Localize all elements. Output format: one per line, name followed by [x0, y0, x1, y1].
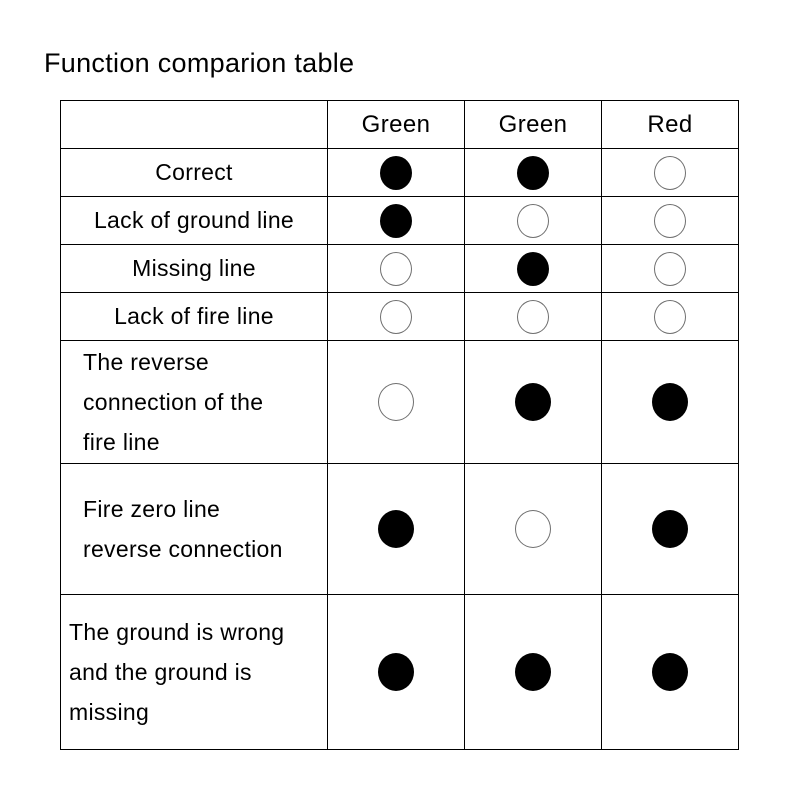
row-label-cell: Lack of ground line — [60, 196, 328, 245]
hollow-circle-icon — [515, 510, 551, 548]
table-row: Correct — [60, 148, 739, 197]
marker-cell — [464, 463, 602, 595]
marker-cell — [327, 292, 465, 341]
filled-circle-icon — [515, 383, 551, 421]
hollow-circle-icon — [654, 155, 686, 190]
table-row: The reverse connection of the fire line — [60, 340, 739, 464]
row-label-line: Correct — [155, 159, 233, 185]
filled-circle-icon — [378, 653, 414, 691]
function-comparison-table: Green Green Red Correct Lack of ground l… — [60, 100, 739, 750]
header-cell-led1: Green — [327, 100, 465, 149]
header-cell-led3: Red — [601, 100, 739, 149]
marker-cell — [464, 594, 602, 750]
row-label-cell: Lack of fire line — [60, 292, 328, 341]
filled-circle-icon — [652, 510, 688, 548]
row-label-cell: Fire zero line reverse connection — [60, 463, 328, 595]
marker-cell — [601, 594, 739, 750]
marker-cell — [327, 196, 465, 245]
marker-cell — [464, 244, 602, 293]
row-label-line: Fire zero line — [83, 496, 221, 522]
row-label-cell: Missing line — [60, 244, 328, 293]
function-comparison-table-wrapper: Green Green Red Correct Lack of ground l… — [60, 100, 739, 750]
filled-circle-icon — [517, 155, 549, 190]
hollow-circle-icon — [380, 299, 412, 334]
marker-cell — [464, 196, 602, 245]
marker-cell — [327, 148, 465, 197]
table-header: Green Green Red — [60, 100, 739, 149]
marker-cell — [601, 340, 739, 464]
marker-cell — [327, 340, 465, 464]
row-label-line: reverse connection — [83, 536, 283, 562]
page-title: Function comparion table — [44, 48, 355, 78]
filled-circle-icon — [380, 203, 412, 238]
marker-cell — [464, 292, 602, 341]
hollow-circle-icon — [654, 203, 686, 238]
row-label-line: Missing line — [132, 255, 256, 281]
filled-circle-icon — [380, 155, 412, 190]
marker-cell — [464, 148, 602, 197]
filled-circle-icon — [378, 510, 414, 548]
row-label-line: The ground is wrong — [69, 619, 285, 645]
marker-cell — [601, 196, 739, 245]
marker-cell — [327, 594, 465, 750]
row-label-line: connection of the — [83, 389, 264, 415]
table-row: Fire zero line reverse connection — [60, 463, 739, 595]
row-label-line: fire line — [83, 429, 160, 455]
filled-circle-icon — [652, 383, 688, 421]
hollow-circle-icon — [517, 203, 549, 238]
header-cell-led2: Green — [464, 100, 602, 149]
marker-cell — [601, 148, 739, 197]
marker-cell — [327, 463, 465, 595]
table-header-row: Green Green Red — [60, 100, 739, 149]
header-cell-condition — [60, 100, 328, 149]
table-row: Lack of ground line — [60, 196, 739, 245]
marker-cell — [327, 244, 465, 293]
hollow-circle-icon — [654, 299, 686, 334]
row-label-line: Lack of ground line — [93, 207, 295, 233]
row-label-cell: Correct — [60, 148, 328, 197]
filled-circle-icon — [515, 653, 551, 691]
hollow-circle-icon — [380, 251, 412, 286]
row-label-line: Lack of fire line — [114, 303, 274, 329]
row-label-line: The reverse — [83, 349, 210, 375]
hollow-circle-icon — [517, 299, 549, 334]
row-label-cell: The ground is wrong and the ground is mi… — [60, 594, 328, 750]
row-label-cell: The reverse connection of the fire line — [60, 340, 328, 464]
table-body: Correct Lack of ground line Missing line… — [60, 148, 739, 750]
hollow-circle-icon — [654, 251, 686, 286]
marker-cell — [464, 340, 602, 464]
filled-circle-icon — [517, 251, 549, 286]
row-label-line: missing — [69, 699, 150, 725]
table-row: The ground is wrong and the ground is mi… — [60, 594, 739, 750]
row-label-line: and the ground is — [69, 659, 252, 685]
marker-cell — [601, 244, 739, 293]
filled-circle-icon — [652, 653, 688, 691]
page-root: Function comparion table Green Green Red — [0, 0, 800, 800]
table-row: Missing line — [60, 244, 739, 293]
table-row: Lack of fire line — [60, 292, 739, 341]
hollow-circle-icon — [378, 383, 414, 421]
marker-cell — [601, 463, 739, 595]
marker-cell — [601, 292, 739, 341]
